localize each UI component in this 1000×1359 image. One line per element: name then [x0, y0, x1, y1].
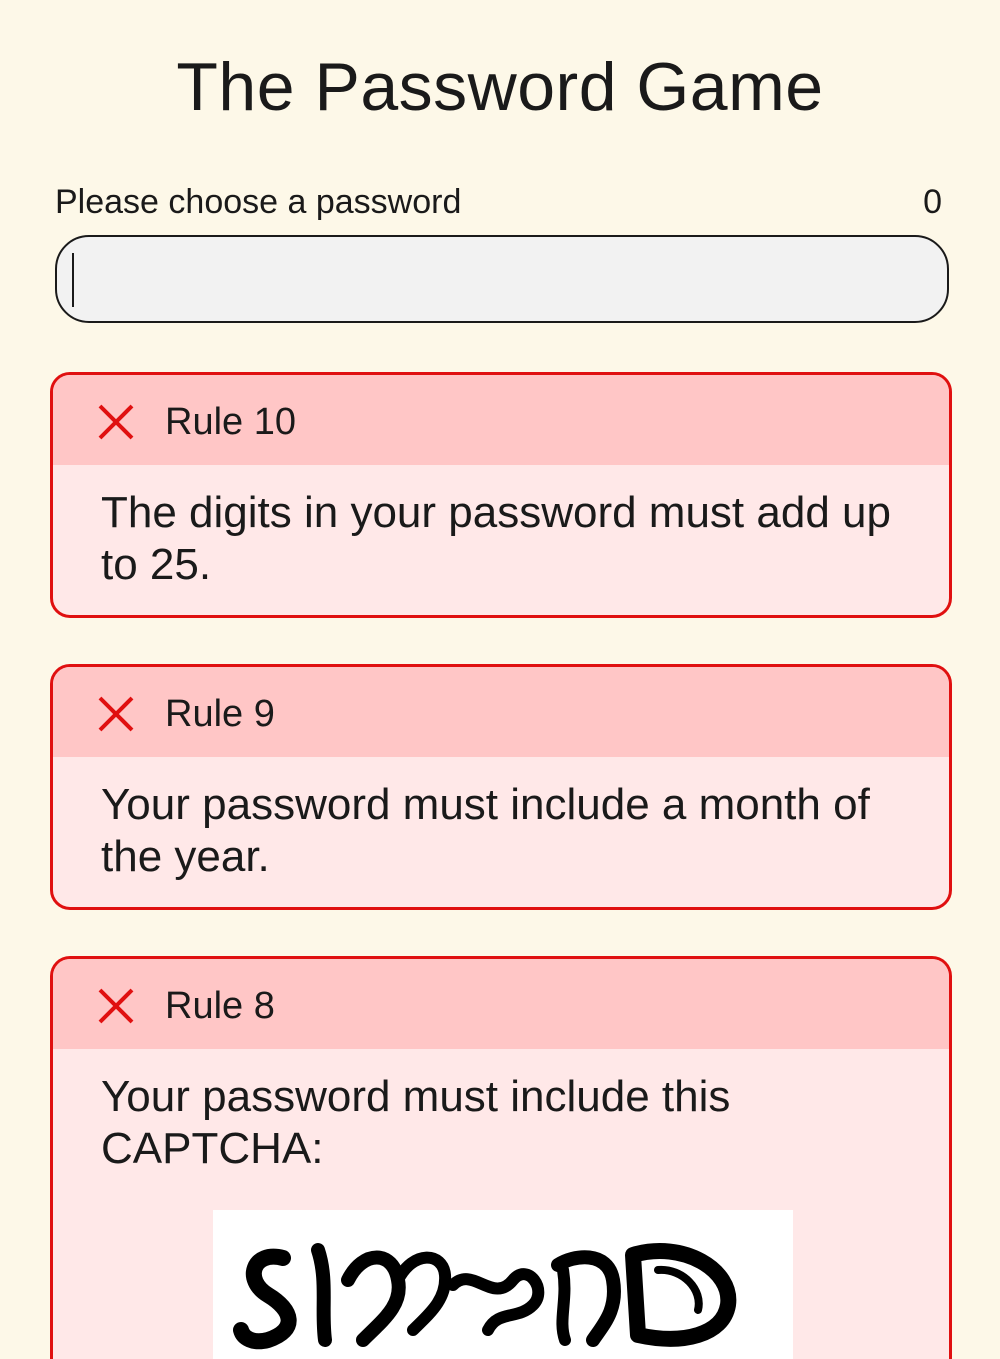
- rule-description: Your password must include this CAPTCHA:: [101, 1072, 731, 1173]
- x-icon: [98, 404, 134, 440]
- password-field[interactable]: [55, 235, 949, 323]
- x-icon: [98, 988, 134, 1024]
- text-cursor: [72, 253, 74, 307]
- rule-title: Rule 10: [165, 401, 296, 443]
- rule-description: Your password must include a month of th…: [101, 780, 870, 881]
- rule-title: Rule 8: [165, 985, 275, 1027]
- captcha-image: [213, 1210, 793, 1359]
- x-icon: [98, 696, 134, 732]
- password-input[interactable]: [57, 237, 947, 321]
- password-length-counter: 0: [923, 183, 942, 221]
- rule-card-8: Rule 8 Your password must include this C…: [50, 956, 952, 1359]
- captcha-distorted-text: [233, 1243, 737, 1350]
- rule-header: Rule 10: [53, 375, 949, 465]
- rule-description: The digits in your password must add up …: [101, 488, 891, 589]
- rule-title: Rule 9: [165, 693, 275, 735]
- password-prompt-label: Please choose a password: [55, 183, 462, 221]
- rule-card-9: Rule 9 Your password must include a mont…: [50, 664, 952, 910]
- rule-card-10: Rule 10 The digits in your password must…: [50, 372, 952, 618]
- page-title: The Password Game: [176, 49, 824, 125]
- rule-header: Rule 8: [53, 959, 949, 1049]
- rule-header: Rule 9: [53, 667, 949, 757]
